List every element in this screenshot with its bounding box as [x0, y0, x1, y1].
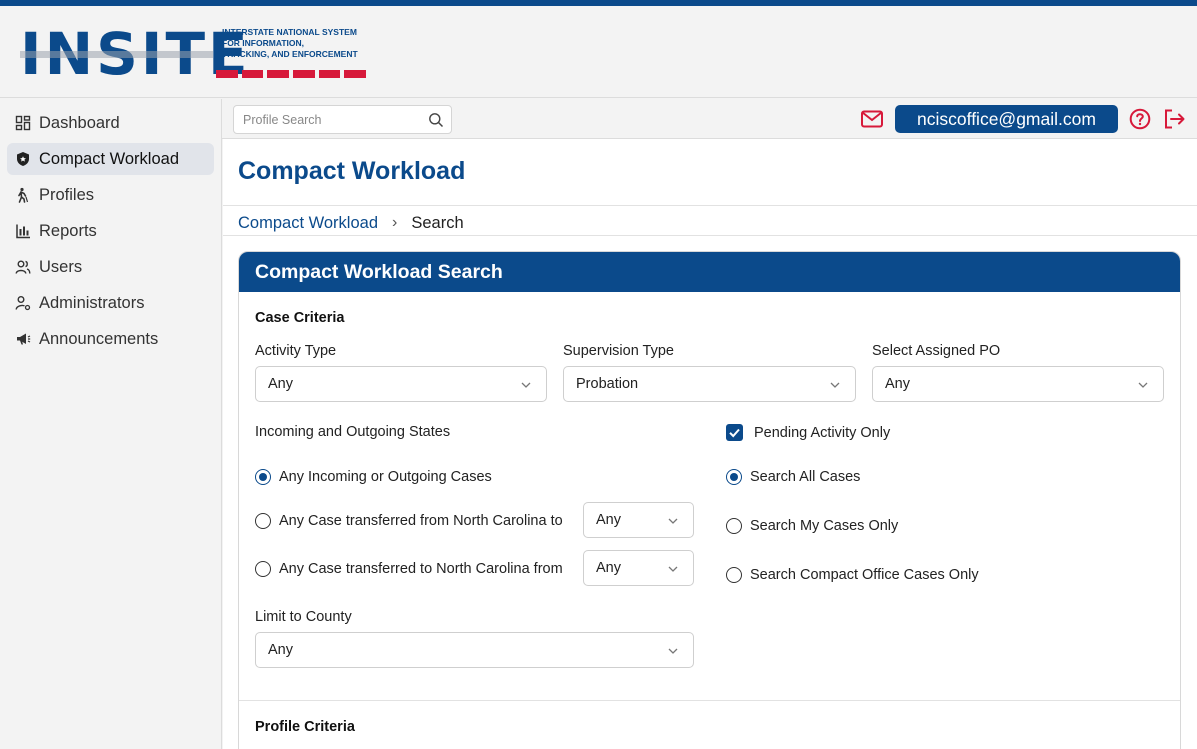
- transferred-to-state-select[interactable]: Any: [583, 502, 694, 538]
- mail-icon[interactable]: [860, 108, 884, 130]
- select-value: Any: [268, 642, 293, 658]
- sidebar-item-label: Reports: [39, 221, 97, 240]
- sidebar-item-label: Dashboard: [39, 113, 120, 132]
- app-header: INSITE INTERSTATE NATIONAL SYSTEM FOR IN…: [0, 6, 1197, 98]
- divider: [223, 235, 1197, 236]
- radio-button[interactable]: [726, 469, 742, 485]
- activity-type-select[interactable]: Any: [255, 366, 547, 402]
- page-title: Compact Workload: [238, 157, 466, 185]
- select-value: Any: [885, 376, 910, 392]
- divider: [223, 205, 1197, 206]
- radio-button[interactable]: [255, 469, 271, 485]
- logo-tagline: INTERSTATE NATIONAL SYSTEM FOR INFORMATI…: [222, 27, 382, 60]
- sidebar-item-reports[interactable]: Reports: [7, 215, 214, 247]
- insite-logo[interactable]: INSITE INTERSTATE NATIONAL SYSTEM FOR IN…: [20, 25, 370, 83]
- breadcrumb: Compact Workload › Search: [238, 211, 464, 235]
- shield-icon: [15, 151, 31, 167]
- select-value: Any: [268, 376, 293, 392]
- breadcrumb-link-compact-workload[interactable]: Compact Workload: [238, 214, 378, 233]
- radio-label: Search Compact Office Cases Only: [750, 567, 979, 583]
- assigned-po-select[interactable]: Any: [872, 366, 1164, 402]
- main-content: Compact Workload Compact Workload › Sear…: [223, 139, 1197, 749]
- megaphone-icon: [15, 331, 31, 347]
- radio-label: Search All Cases: [750, 469, 861, 485]
- chevron-down-icon: [668, 566, 678, 572]
- sidebar-item-label: Administrators: [39, 293, 145, 312]
- checkmark-icon: [729, 428, 740, 438]
- radio-button[interactable]: [726, 567, 742, 583]
- radio-search-all-cases[interactable]: Search All Cases: [726, 469, 860, 485]
- divider: [239, 700, 1180, 701]
- logo-tagline-line: INTERSTATE NATIONAL SYSTEM: [222, 27, 357, 37]
- county-label: Limit to County: [255, 609, 352, 625]
- checkbox-label: Pending Activity Only: [754, 424, 891, 441]
- radio-button[interactable]: [726, 518, 742, 534]
- transferred-from-state-select[interactable]: Any: [583, 550, 694, 586]
- dashboard-icon: [15, 115, 31, 131]
- select-value: Any: [596, 512, 621, 528]
- select-value: Any: [596, 560, 621, 576]
- search-icon[interactable]: [428, 112, 444, 128]
- states-label: Incoming and Outgoing States: [255, 424, 451, 440]
- chevron-down-icon: [668, 648, 678, 654]
- chevron-down-icon: [830, 382, 840, 388]
- sidebar-item-label: Profiles: [39, 185, 95, 204]
- sidebar: Dashboard Compact Workload Profiles Repo…: [0, 99, 222, 749]
- logo-stripe-gray: [20, 51, 213, 58]
- radio-label: Any Case transferred to North Carolina f…: [279, 561, 563, 577]
- county-select[interactable]: Any: [255, 632, 694, 668]
- profile-search-input[interactable]: [234, 106, 414, 133]
- chevron-down-icon: [521, 382, 531, 388]
- radio-search-compact-office-cases[interactable]: Search Compact Office Cases Only: [726, 567, 979, 583]
- sidebar-item-label: Users: [39, 257, 83, 276]
- radio-button[interactable]: [255, 513, 271, 529]
- radio-label: Any Incoming or Outgoing Cases: [279, 469, 492, 485]
- supervision-type-select[interactable]: Probation: [563, 366, 856, 402]
- pending-activity-checkbox[interactable]: Pending Activity Only: [726, 424, 890, 441]
- supervision-type-label: Supervision Type: [563, 343, 674, 359]
- radio-transferred-from-nc[interactable]: Any Case transferred from North Carolina…: [255, 513, 563, 529]
- chevron-down-icon: [1138, 382, 1148, 388]
- breadcrumb-current: Search: [411, 213, 464, 232]
- profile-criteria-heading: Profile Criteria: [255, 719, 355, 735]
- admin-user-icon: [15, 295, 31, 311]
- top-toolbar: nciscoffice@gmail.com: [222, 99, 1197, 139]
- sidebar-item-administrators[interactable]: Administrators: [7, 287, 214, 319]
- activity-type-label: Activity Type: [255, 343, 337, 359]
- radio-label: Any Case transferred from North Carolina…: [279, 513, 563, 529]
- sidebar-item-profiles[interactable]: Profiles: [7, 179, 214, 211]
- help-icon[interactable]: [1129, 108, 1151, 130]
- logo-tagline-line: TRACKING, AND ENFORCEMENT: [222, 49, 358, 59]
- logo-tagline-line: FOR INFORMATION,: [222, 38, 304, 48]
- sidebar-item-label: Compact Workload: [39, 149, 180, 168]
- breadcrumb-separator: ›: [392, 214, 398, 231]
- user-email-badge[interactable]: nciscoffice@gmail.com: [895, 105, 1118, 133]
- users-icon: [15, 259, 31, 275]
- card-title: Compact Workload Search: [239, 252, 1180, 292]
- case-criteria-heading: Case Criteria: [255, 310, 345, 326]
- checkbox-checked[interactable]: [726, 424, 743, 441]
- radio-label: Search My Cases Only: [750, 518, 899, 534]
- sidebar-item-compact-workload[interactable]: Compact Workload: [7, 143, 214, 175]
- assigned-po-label: Select Assigned PO: [872, 343, 1001, 359]
- bar-chart-icon: [15, 223, 31, 239]
- profile-search: [233, 105, 452, 134]
- person-walking-icon: [15, 187, 31, 203]
- chevron-down-icon: [668, 518, 678, 524]
- select-value: Probation: [576, 376, 639, 392]
- radio-search-my-cases[interactable]: Search My Cases Only: [726, 518, 898, 534]
- sidebar-item-announcements[interactable]: Announcements: [7, 323, 214, 355]
- radio-transferred-to-nc[interactable]: Any Case transferred to North Carolina f…: [255, 561, 563, 577]
- sidebar-item-users[interactable]: Users: [7, 251, 214, 283]
- logo-stripes-red: [216, 70, 367, 78]
- radio-button[interactable]: [255, 561, 271, 577]
- sidebar-item-label: Announcements: [39, 329, 159, 348]
- radio-any-incoming-outgoing[interactable]: Any Incoming or Outgoing Cases: [255, 469, 492, 485]
- sidebar-item-dashboard[interactable]: Dashboard: [7, 107, 214, 139]
- search-card: Compact Workload Search Case Criteria Ac…: [238, 251, 1181, 749]
- logout-icon[interactable]: [1163, 108, 1186, 130]
